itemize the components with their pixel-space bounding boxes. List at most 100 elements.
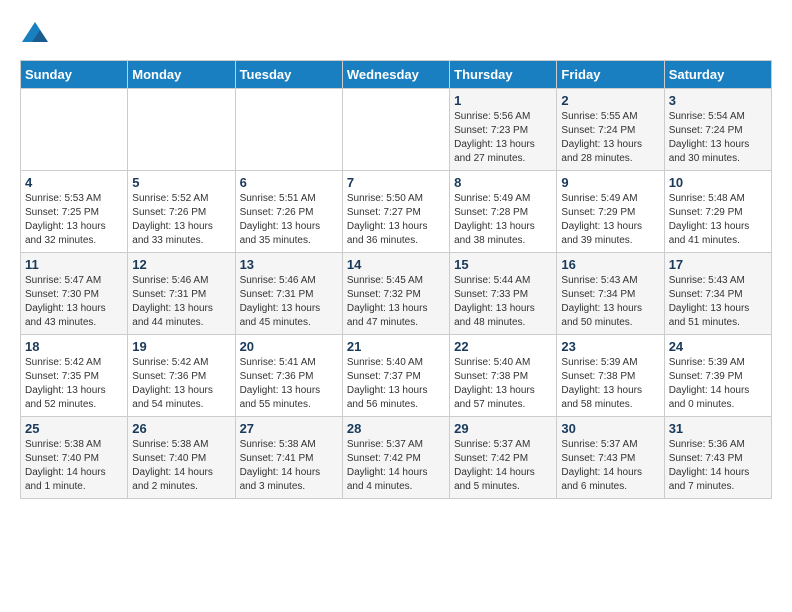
- day-number: 15: [454, 257, 552, 272]
- calendar-cell: 1 Sunrise: 5:56 AM Sunset: 7:23 PM Daylig…: [450, 89, 557, 171]
- calendar-week-row: 11 Sunrise: 5:47 AM Sunset: 7:30 PM Dayli…: [21, 253, 772, 335]
- day-info: Sunrise: 5:43 AM Sunset: 7:34 PM Dayligh…: [669, 274, 767, 330]
- day-info: Sunrise: 5:47 AM Sunset: 7:30 PM Dayligh…: [25, 274, 123, 330]
- calendar-cell: 19 Sunrise: 5:42 AM Sunset: 7:36 PM Dayli…: [128, 335, 235, 417]
- day-number: 5: [132, 175, 230, 190]
- day-number: 18: [25, 339, 123, 354]
- calendar-cell: 5 Sunrise: 5:52 AM Sunset: 7:26 PM Daylig…: [128, 171, 235, 253]
- calendar-table: SundayMondayTuesdayWednesdayThursdayFrid…: [20, 60, 772, 499]
- calendar-cell: 17 Sunrise: 5:43 AM Sunset: 7:34 PM Dayli…: [664, 253, 771, 335]
- day-number: 22: [454, 339, 552, 354]
- day-number: 13: [240, 257, 338, 272]
- calendar-cell: 15 Sunrise: 5:44 AM Sunset: 7:33 PM Dayli…: [450, 253, 557, 335]
- day-info: Sunrise: 5:39 AM Sunset: 7:38 PM Dayligh…: [561, 356, 659, 412]
- calendar-cell: 6 Sunrise: 5:51 AM Sunset: 7:26 PM Daylig…: [235, 171, 342, 253]
- day-info: Sunrise: 5:52 AM Sunset: 7:26 PM Dayligh…: [132, 192, 230, 248]
- calendar-cell: 14 Sunrise: 5:45 AM Sunset: 7:32 PM Dayli…: [342, 253, 449, 335]
- day-info: Sunrise: 5:54 AM Sunset: 7:24 PM Dayligh…: [669, 110, 767, 166]
- calendar-cell: 20 Sunrise: 5:41 AM Sunset: 7:36 PM Dayli…: [235, 335, 342, 417]
- day-number: 4: [25, 175, 123, 190]
- day-number: 17: [669, 257, 767, 272]
- day-info: Sunrise: 5:42 AM Sunset: 7:36 PM Dayligh…: [132, 356, 230, 412]
- day-info: Sunrise: 5:46 AM Sunset: 7:31 PM Dayligh…: [132, 274, 230, 330]
- day-info: Sunrise: 5:49 AM Sunset: 7:29 PM Dayligh…: [561, 192, 659, 248]
- day-number: 6: [240, 175, 338, 190]
- day-number: 30: [561, 421, 659, 436]
- day-number: 10: [669, 175, 767, 190]
- logo-icon: [20, 20, 50, 50]
- day-info: Sunrise: 5:44 AM Sunset: 7:33 PM Dayligh…: [454, 274, 552, 330]
- calendar-cell: 16Sunrise: 5:43 AM Sunset: 7:34 PM Dayli…: [557, 253, 664, 335]
- day-number: 14: [347, 257, 445, 272]
- calendar-week-row: 25 Sunrise: 5:38 AM Sunset: 7:40 PM Dayli…: [21, 417, 772, 499]
- day-number: 11: [25, 257, 123, 272]
- day-info: Sunrise: 5:38 AM Sunset: 7:40 PM Dayligh…: [25, 438, 123, 494]
- day-info: Sunrise: 5:40 AM Sunset: 7:38 PM Dayligh…: [454, 356, 552, 412]
- day-info: Sunrise: 5:37 AM Sunset: 7:42 PM Dayligh…: [454, 438, 552, 494]
- calendar-week-row: 1 Sunrise: 5:56 AM Sunset: 7:23 PM Daylig…: [21, 89, 772, 171]
- calendar-cell: 9 Sunrise: 5:49 AM Sunset: 7:29 PM Daylig…: [557, 171, 664, 253]
- day-number: 9: [561, 175, 659, 190]
- day-number: 31: [669, 421, 767, 436]
- logo: [20, 20, 54, 50]
- day-number: 19: [132, 339, 230, 354]
- day-info: Sunrise: 5:46 AM Sunset: 7:31 PM Dayligh…: [240, 274, 338, 330]
- calendar-cell: 8Sunrise: 5:49 AM Sunset: 7:28 PM Daylig…: [450, 171, 557, 253]
- calendar-cell: 13 Sunrise: 5:46 AM Sunset: 7:31 PM Dayli…: [235, 253, 342, 335]
- calendar-cell: 29Sunrise: 5:37 AM Sunset: 7:42 PM Dayli…: [450, 417, 557, 499]
- day-number: 16: [561, 257, 659, 272]
- calendar-week-row: 4 Sunrise: 5:53 AM Sunset: 7:25 PM Daylig…: [21, 171, 772, 253]
- day-info: Sunrise: 5:41 AM Sunset: 7:36 PM Dayligh…: [240, 356, 338, 412]
- day-number: 25: [25, 421, 123, 436]
- calendar-cell: 4 Sunrise: 5:53 AM Sunset: 7:25 PM Daylig…: [21, 171, 128, 253]
- column-header-saturday: Saturday: [664, 61, 771, 89]
- calendar-cell: [128, 89, 235, 171]
- day-info: Sunrise: 5:37 AM Sunset: 7:42 PM Dayligh…: [347, 438, 445, 494]
- day-number: 24: [669, 339, 767, 354]
- day-number: 1: [454, 93, 552, 108]
- column-header-sunday: Sunday: [21, 61, 128, 89]
- day-number: 20: [240, 339, 338, 354]
- calendar-cell: 24 Sunrise: 5:39 AM Sunset: 7:39 PM Dayli…: [664, 335, 771, 417]
- calendar-cell: 30 Sunrise: 5:37 AM Sunset: 7:43 PM Dayli…: [557, 417, 664, 499]
- column-header-monday: Monday: [128, 61, 235, 89]
- calendar-cell: 18 Sunrise: 5:42 AM Sunset: 7:35 PM Dayli…: [21, 335, 128, 417]
- calendar-cell: 26Sunrise: 5:38 AM Sunset: 7:40 PM Dayli…: [128, 417, 235, 499]
- column-header-wednesday: Wednesday: [342, 61, 449, 89]
- day-info: Sunrise: 5:48 AM Sunset: 7:29 PM Dayligh…: [669, 192, 767, 248]
- page-header: [20, 20, 772, 50]
- column-header-thursday: Thursday: [450, 61, 557, 89]
- calendar-cell: 11 Sunrise: 5:47 AM Sunset: 7:30 PM Dayli…: [21, 253, 128, 335]
- day-number: 27: [240, 421, 338, 436]
- day-info: Sunrise: 5:56 AM Sunset: 7:23 PM Dayligh…: [454, 110, 552, 166]
- day-info: Sunrise: 5:39 AM Sunset: 7:39 PM Dayligh…: [669, 356, 767, 412]
- day-number: 3: [669, 93, 767, 108]
- day-info: Sunrise: 5:42 AM Sunset: 7:35 PM Dayligh…: [25, 356, 123, 412]
- calendar-cell: 12Sunrise: 5:46 AM Sunset: 7:31 PM Dayli…: [128, 253, 235, 335]
- day-info: Sunrise: 5:36 AM Sunset: 7:43 PM Dayligh…: [669, 438, 767, 494]
- calendar-header-row: SundayMondayTuesdayWednesdayThursdayFrid…: [21, 61, 772, 89]
- calendar-cell: 27 Sunrise: 5:38 AM Sunset: 7:41 PM Dayli…: [235, 417, 342, 499]
- day-number: 7: [347, 175, 445, 190]
- calendar-cell: 2Sunrise: 5:55 AM Sunset: 7:24 PM Daylig…: [557, 89, 664, 171]
- calendar-cell: 22 Sunrise: 5:40 AM Sunset: 7:38 PM Dayli…: [450, 335, 557, 417]
- day-info: Sunrise: 5:37 AM Sunset: 7:43 PM Dayligh…: [561, 438, 659, 494]
- day-info: Sunrise: 5:38 AM Sunset: 7:40 PM Dayligh…: [132, 438, 230, 494]
- calendar-week-row: 18 Sunrise: 5:42 AM Sunset: 7:35 PM Dayli…: [21, 335, 772, 417]
- calendar-cell: 23 Sunrise: 5:39 AM Sunset: 7:38 PM Dayli…: [557, 335, 664, 417]
- calendar-cell: [21, 89, 128, 171]
- day-number: 28: [347, 421, 445, 436]
- day-info: Sunrise: 5:55 AM Sunset: 7:24 PM Dayligh…: [561, 110, 659, 166]
- day-info: Sunrise: 5:40 AM Sunset: 7:37 PM Dayligh…: [347, 356, 445, 412]
- day-info: Sunrise: 5:50 AM Sunset: 7:27 PM Dayligh…: [347, 192, 445, 248]
- column-header-friday: Friday: [557, 61, 664, 89]
- day-info: Sunrise: 5:53 AM Sunset: 7:25 PM Dayligh…: [25, 192, 123, 248]
- calendar-cell: 3 Sunrise: 5:54 AM Sunset: 7:24 PM Daylig…: [664, 89, 771, 171]
- calendar-cell: [342, 89, 449, 171]
- day-number: 23: [561, 339, 659, 354]
- day-info: Sunrise: 5:49 AM Sunset: 7:28 PM Dayligh…: [454, 192, 552, 248]
- day-info: Sunrise: 5:38 AM Sunset: 7:41 PM Dayligh…: [240, 438, 338, 494]
- day-info: Sunrise: 5:45 AM Sunset: 7:32 PM Dayligh…: [347, 274, 445, 330]
- calendar-cell: 28 Sunrise: 5:37 AM Sunset: 7:42 PM Dayli…: [342, 417, 449, 499]
- day-info: Sunrise: 5:51 AM Sunset: 7:26 PM Dayligh…: [240, 192, 338, 248]
